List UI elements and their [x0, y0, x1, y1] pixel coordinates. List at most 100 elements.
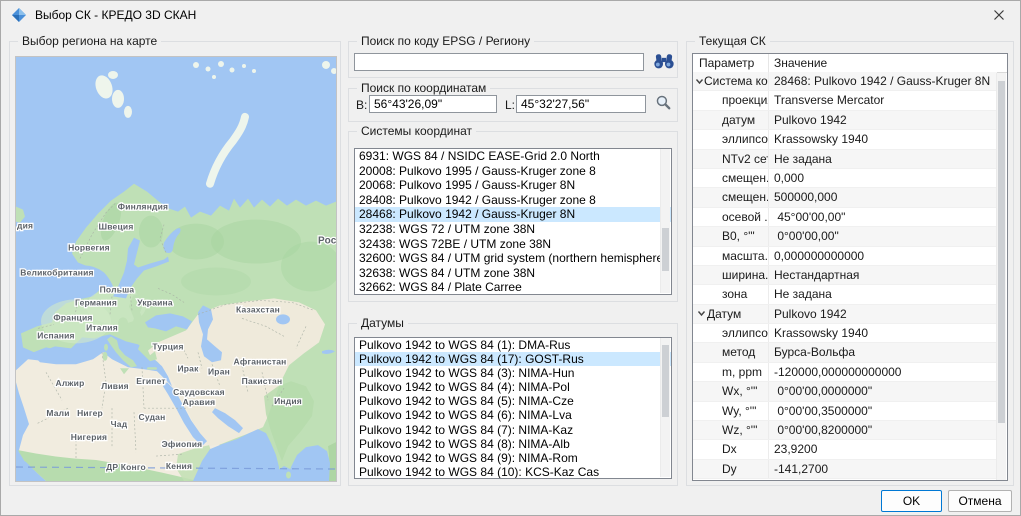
close-icon[interactable]: [984, 3, 1014, 27]
map-country-label: Афганистан: [234, 356, 287, 366]
list-item[interactable]: 6931: WGS 84 / NSIDC EASE-Grid 2.0 North: [355, 149, 671, 164]
ok-button[interactable]: OK: [881, 490, 942, 512]
current-cs-title: Текущая СК: [695, 34, 770, 48]
table-row[interactable]: Wy, °'" 0°00'00,3500000": [693, 402, 997, 421]
list-item[interactable]: 32238: WGS 72 / UTM zone 38N: [355, 222, 671, 237]
param-label: ширина...: [722, 266, 769, 284]
b-coordinate-input[interactable]: [369, 95, 497, 113]
list-item[interactable]: Pulkovo 1942 to WGS 84 (1): DMA-Rus: [355, 338, 671, 352]
map-country-label: Турция: [152, 341, 183, 351]
column-header-value[interactable]: Значение: [769, 54, 1007, 72]
magnifier-icon[interactable]: [653, 94, 673, 114]
binoculars-icon[interactable]: [651, 51, 677, 73]
map-country-label: Испания: [37, 330, 74, 340]
param-label: Wy, °'": [722, 402, 756, 420]
list-item[interactable]: 32438: WGS 72BE / UTM zone 38N: [355, 237, 671, 252]
param-label: метод: [722, 343, 755, 361]
table-row[interactable]: зонаНе задана: [693, 285, 997, 304]
value-cell: 28468: Pulkovo 1942 / Gauss-Kruger 8N: [769, 72, 997, 90]
list-item[interactable]: Pulkovo 1942 to WGS 84 (9): NIMA-Rom: [355, 451, 671, 465]
table-row[interactable]: Dy-141,2700: [693, 460, 997, 479]
param-cell: Dx: [693, 440, 769, 458]
table-row[interactable]: проекцияTransverse Mercator: [693, 91, 997, 110]
map-country-label: Иран: [208, 366, 230, 376]
param-label: смещен...: [722, 188, 769, 206]
coordinate-systems-list[interactable]: 6931: WGS 84 / NSIDC EASE-Grid 2.0 North…: [354, 148, 672, 295]
map-country-label: Франция: [53, 312, 92, 322]
list-item[interactable]: 28468: Pulkovo 1942 / Gauss-Kruger 8N: [355, 207, 671, 222]
table-row[interactable]: ширина...Нестандартная: [693, 266, 997, 285]
table-row[interactable]: эллипсо...Krassowsky 1940: [693, 130, 997, 149]
map-country-label: Великобритания: [20, 267, 93, 277]
list-item[interactable]: Pulkovo 1942 to WGS 84 (10): KCS-Kaz Cas: [355, 465, 671, 479]
list-item[interactable]: Pulkovo 1942 to WGS 84 (17): GOST-Rus: [355, 352, 671, 366]
value-cell: 0,000000000000: [769, 247, 997, 265]
map-country-label: Эфиопия: [162, 439, 203, 449]
param-label: Wz, °'": [722, 421, 757, 439]
list-item[interactable]: Pulkovo 1942 to WGS 84 (6): NIMA-Lva: [355, 408, 671, 422]
list-item[interactable]: Pulkovo 1942 to WGS 84 (7): NIMA-Kaz: [355, 423, 671, 437]
l-coordinate-input[interactable]: [516, 95, 646, 113]
list-item[interactable]: Pulkovo 1942 to WGS 84 (8): NIMA-Alb: [355, 437, 671, 451]
table-row[interactable]: датумPulkovo 1942: [693, 111, 997, 130]
datums-list-scrollbar[interactable]: [660, 338, 670, 477]
param-cell: смещен...: [693, 169, 769, 187]
map-country-label: Аравия: [183, 397, 216, 407]
table-row[interactable]: масшта...0,000000000000: [693, 247, 997, 266]
list-item[interactable]: 28408: Pulkovo 1942 / Gauss-Kruger zone …: [355, 193, 671, 208]
map-country-label: Италия: [86, 322, 118, 332]
table-row[interactable]: смещен...0,000: [693, 169, 997, 188]
world-map-svg[interactable]: дияФинляндияШвецияНорвегияВеликобритания…: [16, 57, 336, 481]
table-row[interactable]: смещен...500000,000: [693, 188, 997, 207]
param-label: эллипсо...: [722, 130, 769, 148]
table-row[interactable]: Wz, °'" 0°00'00,8200000": [693, 421, 997, 440]
list-item[interactable]: 32638: WGS 84 / UTM zone 38N: [355, 266, 671, 281]
param-label: эллипсо...: [722, 324, 769, 342]
chevron-down-icon[interactable]: [695, 77, 704, 86]
table-header: Параметр Значение: [693, 54, 1007, 73]
list-item[interactable]: 20008: Pulkovo 1995 / Gauss-Kruger zone …: [355, 164, 671, 179]
list-item[interactable]: Pulkovo 1942 to WGS 84 (5): NIMA-Cze: [355, 394, 671, 408]
column-header-param[interactable]: Параметр: [693, 54, 769, 72]
systems-list-scrollbar[interactable]: [660, 149, 670, 293]
scrollbar-thumb[interactable]: [662, 345, 669, 417]
map-country-label: Пакистан: [242, 376, 283, 386]
datums-list[interactable]: Pulkovo 1942 to WGS 84 (1): DMA-RusPulko…: [354, 337, 672, 479]
region-map[interactable]: дияФинляндияШвецияНорвегияВеликобритания…: [15, 56, 337, 482]
table-row[interactable]: m, ppm-120000,000000000000: [693, 363, 997, 382]
chevron-down-icon[interactable]: [695, 309, 707, 318]
table-row[interactable]: Система ко...28468: Pulkovo 1942 / Gauss…: [693, 72, 997, 91]
window-title: Выбор СК - КРЕДО 3D СКАН: [35, 8, 196, 22]
map-country-label: Швеция: [99, 222, 134, 232]
value-cell: 0,000: [769, 169, 997, 187]
table-row[interactable]: B0, °'" 0°00'00,00": [693, 227, 997, 246]
table-row[interactable]: NTv2 сет...Не задана: [693, 150, 997, 169]
list-item[interactable]: 32600: WGS 84 / UTM grid system (norther…: [355, 251, 671, 266]
param-cell: Система ко...: [693, 72, 769, 90]
cancel-button[interactable]: Отмена: [948, 490, 1012, 512]
table-row[interactable]: ДатумPulkovo 1942: [693, 305, 997, 324]
table-row[interactable]: Dx23,9200: [693, 440, 997, 459]
list-item[interactable]: Pulkovo 1942 to WGS 84 (4): NIMA-Pol: [355, 380, 671, 394]
value-cell: 500000,000: [769, 188, 997, 206]
value-cell: 23,9200: [769, 440, 997, 458]
scrollbar-thumb[interactable]: [662, 228, 669, 271]
param-cell: Dy: [693, 460, 769, 478]
map-country-label: Судан: [139, 412, 166, 422]
param-label: датум: [722, 111, 755, 129]
table-row[interactable]: Wx, °'" 0°00'00,0000000": [693, 382, 997, 401]
list-item[interactable]: 32662: WGS 84 / Plate Carree: [355, 280, 671, 295]
table-scrollbar[interactable]: [996, 73, 1006, 480]
table-row[interactable]: методБурса-Вольфа: [693, 343, 997, 362]
value-cell: Transverse Mercator: [769, 91, 997, 109]
param-cell: проекция: [693, 91, 769, 109]
param-cell: эллипсо...: [693, 130, 769, 148]
titlebar: Выбор СК - КРЕДО 3D СКАН: [1, 1, 1020, 29]
list-item[interactable]: 20068: Pulkovo 1995 / Gauss-Kruger 8N: [355, 178, 671, 193]
list-item[interactable]: Pulkovo 1942 to WGS 84 (3): NIMA-Hun: [355, 366, 671, 380]
value-cell: -141,2700: [769, 460, 997, 478]
epsg-search-input[interactable]: [354, 53, 644, 71]
table-row[interactable]: осевой ... 45°00'00,00": [693, 208, 997, 227]
table-row[interactable]: эллипсо...Krassowsky 1940: [693, 324, 997, 343]
scrollbar-thumb[interactable]: [998, 81, 1005, 423]
